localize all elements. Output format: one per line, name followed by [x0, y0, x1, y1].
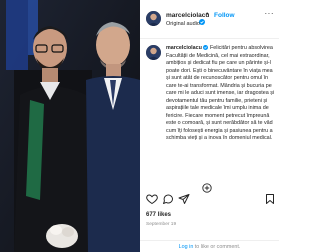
audio-label[interactable]: Original audio — [166, 21, 200, 27]
share-icon[interactable] — [178, 193, 190, 205]
caption-text-container: marcelciolacu Felicitări pentru absolvir… — [166, 45, 276, 143]
comment-icon[interactable] — [162, 193, 174, 205]
login-prompt-text: to like or comment. — [193, 244, 241, 250]
post-photo[interactable] — [0, 0, 140, 252]
add-circle-icon[interactable] — [202, 180, 212, 193]
caption-username[interactable]: marcelciolacu — [166, 45, 202, 51]
follow-button[interactable]: Follow — [214, 12, 235, 19]
heart-icon[interactable] — [146, 193, 158, 205]
post-photo-image — [0, 0, 140, 252]
post-side-panel: marcelciolacu • Follow Original audio ··… — [140, 0, 279, 252]
more-options-icon[interactable]: ··· — [265, 9, 275, 18]
separator-dot: • — [206, 11, 209, 18]
post-header: marcelciolacu • Follow Original audio ··… — [144, 9, 276, 33]
verified-badge-icon-caption — [203, 45, 209, 51]
caption-author-avatar[interactable] — [146, 45, 161, 60]
login-link[interactable]: Log in — [179, 244, 194, 250]
verified-badge-icon — [199, 12, 205, 25]
header-divider — [140, 38, 279, 39]
login-prompt: Log in to like or comment. — [140, 240, 279, 250]
action-bar — [146, 193, 276, 207]
likes-count[interactable]: 677 likes — [146, 212, 171, 218]
post-date[interactable]: September 19 — [146, 222, 176, 227]
bookmark-icon[interactable] — [264, 193, 276, 205]
author-avatar[interactable] — [146, 11, 161, 26]
caption-text: Felicitări pentru absolvirea Facultății … — [166, 45, 275, 141]
